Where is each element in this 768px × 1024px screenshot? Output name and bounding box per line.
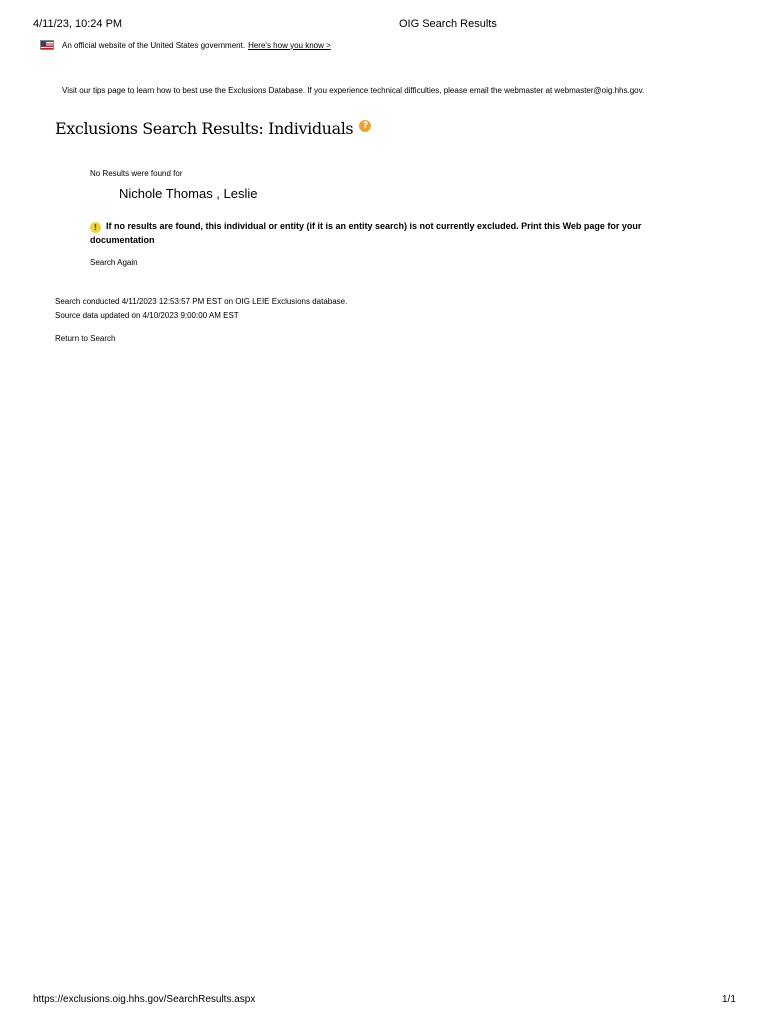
help-icon[interactable]: ? (359, 120, 372, 132)
gov-banner: An official website of the United States… (40, 40, 331, 50)
print-footer-page-number: 1/1 (722, 994, 736, 1005)
no-results-label: No Results were found for (90, 169, 183, 178)
print-page-title: OIG Search Results (399, 18, 497, 30)
us-flag-icon (40, 40, 54, 50)
page-heading: Exclusions Search Results: Individuals ? (55, 119, 372, 138)
search-conducted-text: Search conducted 4/11/2023 12:53:57 PM E… (55, 297, 348, 306)
gov-banner-text: An official website of the United States… (62, 40, 246, 50)
return-to-search-link[interactable]: Return to Search (55, 334, 115, 343)
page-title: Exclusions Search Results: Individuals (55, 119, 354, 138)
warning-icon: ! (90, 222, 101, 233)
warning-text: If no results are found, this individual… (90, 221, 642, 245)
tips-text: Visit our tips page to learn how to best… (62, 86, 645, 95)
print-datetime: 4/11/23, 10:24 PM (33, 18, 123, 30)
searched-name: Nichole Thomas , Leslie (119, 186, 258, 201)
source-updated-text: Source data updated on 4/10/2023 9:00:00… (55, 311, 239, 320)
search-again-link[interactable]: Search Again (90, 258, 138, 267)
how-you-know-link[interactable]: Here's how you know > (248, 41, 331, 50)
not-excluded-warning: ! If no results are found, this individua… (90, 219, 690, 247)
print-footer-url: https://exclusions.oig.hhs.gov/SearchRes… (33, 994, 256, 1005)
